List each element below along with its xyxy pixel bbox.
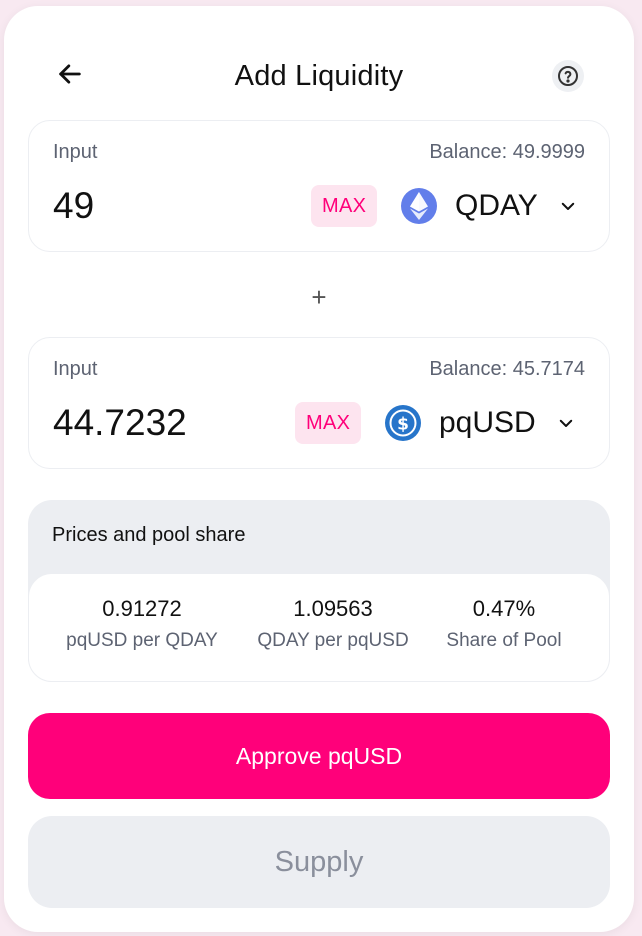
- input-label: Input: [53, 358, 98, 380]
- supply-button[interactable]: Supply: [28, 816, 610, 908]
- price-item: 1.09563 QDAY per pqUSD: [249, 596, 417, 652]
- page-title: Add Liquidity: [234, 60, 404, 92]
- token-input-panel-pqusd: Input Balance: 45.7174 MAX $ pqUSD: [28, 337, 610, 469]
- balance-text: Balance: 45.7174: [429, 358, 585, 380]
- price-label: Share of Pool: [446, 630, 562, 651]
- max-button[interactable]: MAX: [295, 402, 362, 444]
- input-label: Input: [53, 141, 98, 163]
- prices-section: Prices and pool share 0.91272 pqUSD per …: [28, 500, 610, 682]
- chevron-down-icon: [556, 413, 576, 433]
- add-liquidity-card: Add Liquidity Input Balance: 49.9999 MAX…: [4, 6, 634, 932]
- prices-box: 0.91272 pqUSD per QDAY 1.09563 QDAY per …: [28, 573, 610, 682]
- plus-icon: +: [311, 282, 327, 312]
- approve-button[interactable]: Approve pqUSD: [28, 713, 610, 799]
- price-value: 1.09563: [293, 596, 373, 621]
- help-button[interactable]: [552, 60, 584, 92]
- chevron-down-icon: [558, 196, 578, 216]
- usd-coin-icon: $: [385, 405, 421, 441]
- svg-text:$: $: [397, 415, 409, 435]
- price-value: 0.47%: [472, 596, 536, 621]
- token-input-panel-qday: Input Balance: 49.9999 MAX QDAY: [28, 120, 610, 252]
- price-label: pqUSD per QDAY: [66, 630, 218, 651]
- amount-input[interactable]: [53, 185, 293, 227]
- prices-heading: Prices and pool share: [52, 524, 246, 546]
- token-selector-qday[interactable]: QDAY: [401, 181, 578, 231]
- max-button[interactable]: MAX: [311, 185, 378, 227]
- token-selector-pqusd[interactable]: $ pqUSD: [385, 398, 576, 448]
- amount-input[interactable]: [53, 402, 293, 444]
- price-value: 0.91272: [102, 596, 182, 621]
- price-label: QDAY per pqUSD: [257, 630, 409, 651]
- token-name: pqUSD: [439, 406, 536, 439]
- ethereum-icon: [401, 188, 437, 224]
- question-circle-icon: [558, 66, 578, 86]
- balance-text: Balance: 49.9999: [429, 141, 585, 163]
- price-item: 0.91272 pqUSD per QDAY: [59, 596, 225, 652]
- price-item: 0.47% Share of Pool: [439, 596, 569, 652]
- token-name: QDAY: [455, 189, 538, 222]
